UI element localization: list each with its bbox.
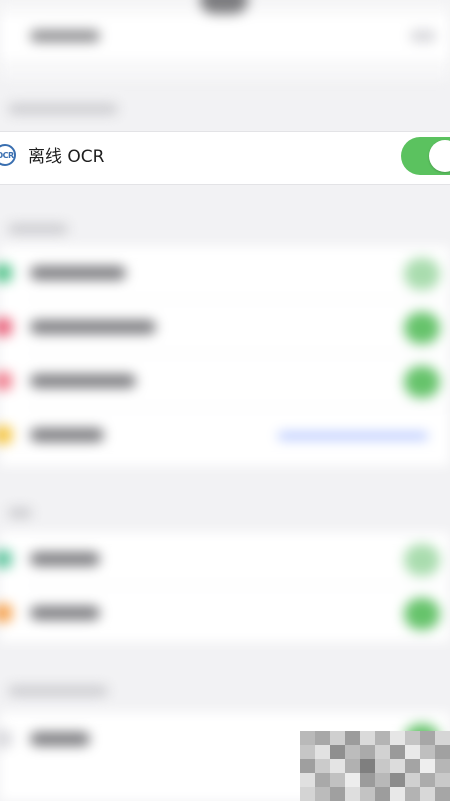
- settings-row[interactable]: [0, 408, 450, 462]
- toggle-knob: [429, 140, 450, 172]
- settings-card-3: [0, 532, 450, 642]
- row-toggle[interactable]: [404, 312, 440, 344]
- ocr-icon: OCR: [0, 144, 16, 166]
- top-row-label: [30, 30, 100, 42]
- section-header-1-label: [8, 104, 118, 114]
- section-header-2-label: [8, 224, 68, 234]
- settings-row[interactable]: [0, 246, 450, 300]
- row-label: [30, 266, 126, 280]
- row-icon: [0, 730, 12, 748]
- row-icon: [0, 318, 12, 336]
- row-icon: [0, 604, 12, 622]
- row-toggle[interactable]: [404, 258, 440, 290]
- row-icon: [0, 264, 12, 282]
- row-label: [30, 374, 136, 388]
- section-header-3-label: [8, 508, 32, 518]
- settings-row[interactable]: [0, 300, 450, 354]
- row-label: [30, 732, 90, 746]
- top-indicator: [200, 0, 248, 14]
- settings-row[interactable]: [0, 354, 450, 408]
- row-label: [30, 428, 104, 442]
- row-icon: [0, 550, 12, 568]
- section-header-4-label: [8, 686, 108, 696]
- pixelated-thumbnail: [300, 731, 450, 801]
- row-icon: [0, 372, 12, 390]
- row-label: [30, 552, 100, 566]
- offline-ocr-toggle[interactable]: [401, 137, 450, 175]
- row-toggle[interactable]: [404, 598, 440, 630]
- top-row-chevron-icon: [410, 30, 436, 42]
- settings-row[interactable]: [0, 586, 450, 640]
- row-label: [30, 606, 100, 620]
- row-toggle[interactable]: [404, 544, 440, 576]
- top-row[interactable]: [0, 14, 450, 60]
- top-settings-bar: [0, 0, 450, 80]
- row-toggle[interactable]: [404, 366, 440, 398]
- settings-row[interactable]: [0, 532, 450, 586]
- offline-ocr-row[interactable]: OCR 离线 OCR: [0, 131, 450, 185]
- settings-card-2: [0, 246, 450, 466]
- offline-ocr-label: 离线 OCR: [28, 147, 105, 167]
- row-label: [30, 320, 156, 334]
- row-value-line: [278, 433, 428, 439]
- row-icon: [0, 426, 12, 444]
